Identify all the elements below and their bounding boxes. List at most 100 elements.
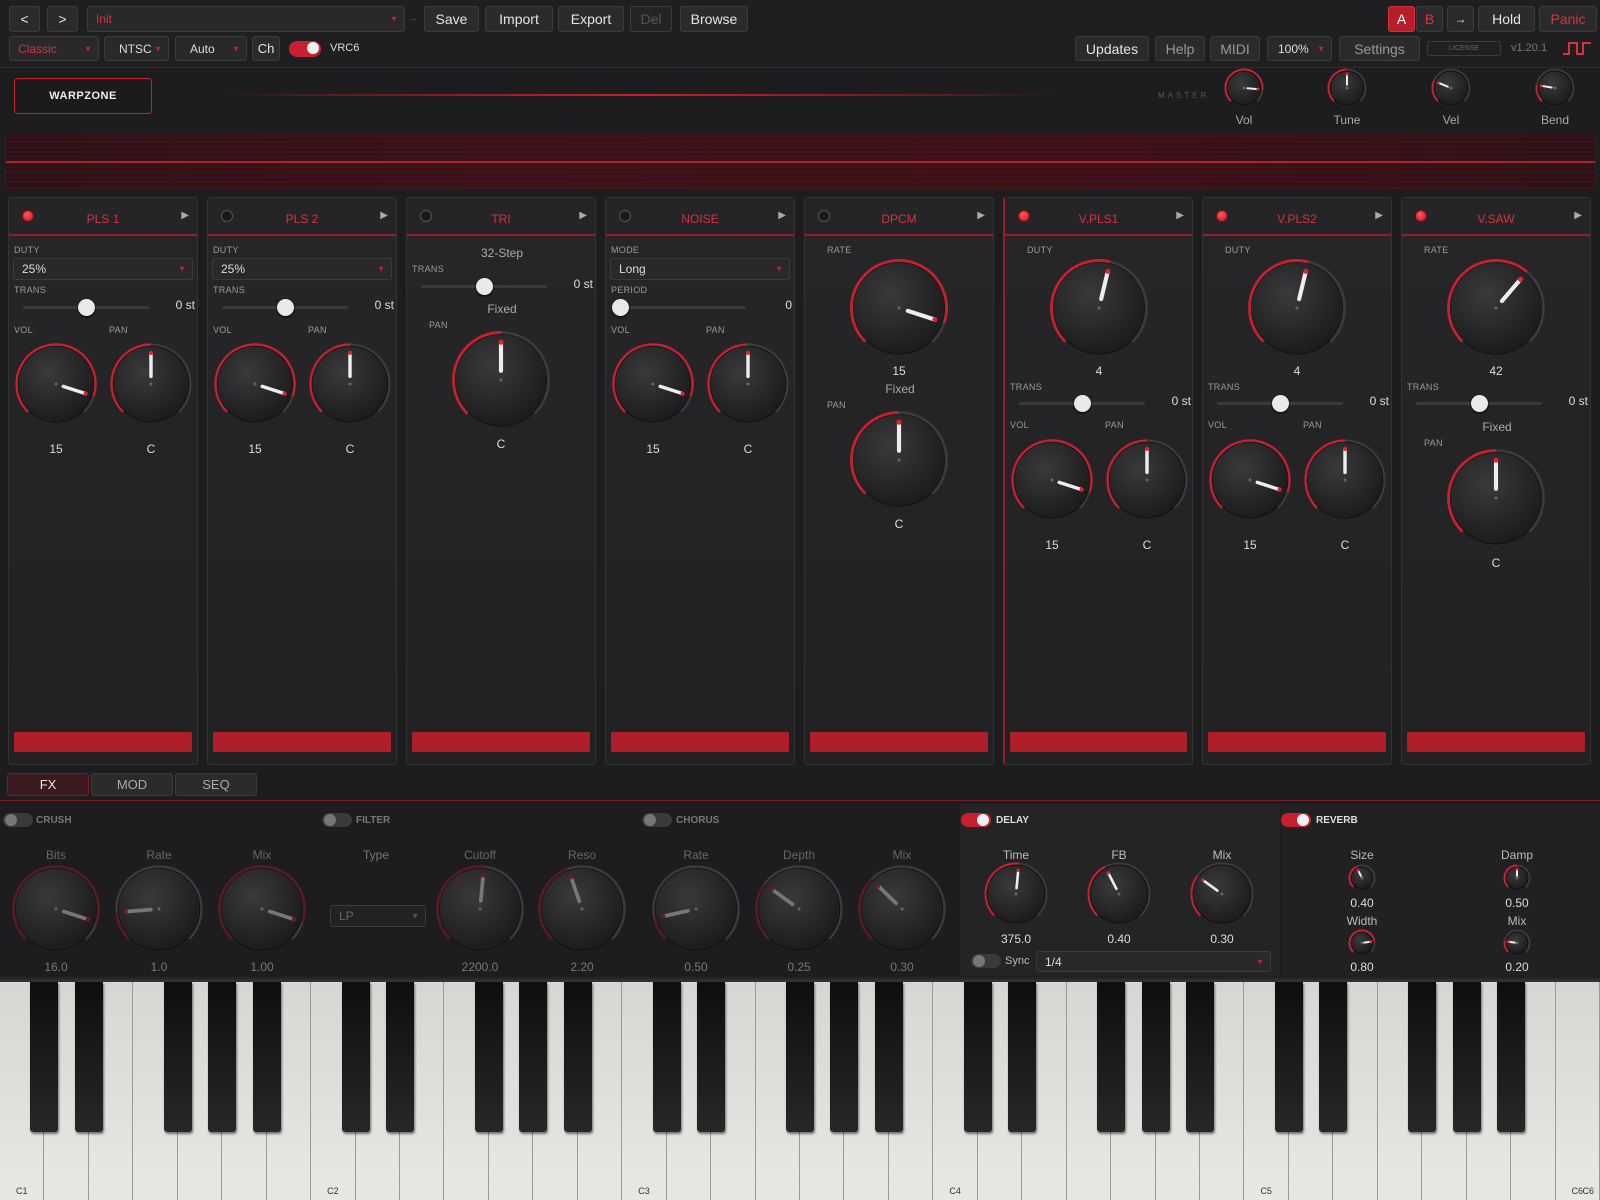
mix-bar[interactable] xyxy=(611,732,789,752)
mix-bar[interactable] xyxy=(412,732,590,752)
crush-bits-knob[interactable] xyxy=(10,863,102,955)
vol-knob[interactable] xyxy=(610,341,696,427)
slider-thumb[interactable] xyxy=(1471,395,1488,412)
white-key[interactable]: C6 xyxy=(1555,982,1600,1200)
pan-knob[interactable] xyxy=(450,329,552,431)
black-key[interactable] xyxy=(563,982,592,1132)
tab-mod[interactable]: MOD xyxy=(91,773,173,796)
black-key[interactable] xyxy=(74,982,103,1132)
duty-knob[interactable] xyxy=(1246,257,1348,359)
master-knob-bend[interactable] xyxy=(1533,66,1577,110)
expand-arrow-icon[interactable]: ▶ xyxy=(380,210,388,221)
black-key[interactable] xyxy=(519,982,548,1132)
black-key[interactable] xyxy=(386,982,414,1132)
duty-knob[interactable] xyxy=(1048,257,1150,359)
pan-knob[interactable] xyxy=(307,341,393,427)
warpzone-logo-button[interactable]: WARPZONE xyxy=(14,78,152,114)
slider-thumb[interactable] xyxy=(277,299,294,316)
prev-preset-button[interactable]: < xyxy=(9,6,40,32)
black-key[interactable] xyxy=(1497,982,1526,1132)
pan-knob[interactable] xyxy=(705,341,791,427)
slider-thumb[interactable] xyxy=(476,278,493,295)
mix-bar[interactable] xyxy=(1010,732,1187,752)
expand-arrow-icon[interactable]: ▶ xyxy=(1375,210,1383,221)
del-button[interactable]: Del xyxy=(630,6,672,32)
midi-button[interactable]: MIDI xyxy=(1210,36,1260,61)
black-key[interactable] xyxy=(208,982,237,1132)
expand-arrow-icon[interactable]: ▶ xyxy=(579,210,587,221)
mix-bar[interactable] xyxy=(1208,732,1386,752)
expand-arrow-icon[interactable]: ▶ xyxy=(1176,210,1184,221)
expand-arrow-icon[interactable]: ▶ xyxy=(181,210,189,221)
trans-slider[interactable] xyxy=(1217,395,1343,412)
chorus-depth-knob[interactable] xyxy=(753,863,845,955)
trans-slider[interactable] xyxy=(1416,395,1542,412)
black-key[interactable] xyxy=(652,982,681,1132)
black-key[interactable] xyxy=(786,982,814,1132)
black-key[interactable] xyxy=(474,982,503,1132)
trans-slider[interactable] xyxy=(23,299,149,316)
vol-knob[interactable] xyxy=(13,341,99,427)
black-key[interactable] xyxy=(163,982,192,1132)
period-slider[interactable] xyxy=(612,299,746,316)
black-key[interactable] xyxy=(697,982,726,1132)
black-key[interactable] xyxy=(1274,982,1303,1132)
master-knob-tune[interactable] xyxy=(1325,66,1369,110)
black-key[interactable] xyxy=(963,982,992,1132)
reverb-width-knob[interactable] xyxy=(1346,927,1378,959)
pan-knob[interactable] xyxy=(1445,447,1547,549)
crush-toggle[interactable] xyxy=(3,813,33,827)
zoom-select[interactable]: 100% ▼ xyxy=(1267,36,1332,61)
black-key[interactable] xyxy=(1008,982,1037,1132)
export-button[interactable]: Export xyxy=(558,6,624,32)
crush-mix-knob[interactable] xyxy=(216,863,308,955)
black-key[interactable] xyxy=(30,982,59,1132)
pan-knob[interactable] xyxy=(848,409,950,511)
chorus-rate-knob[interactable] xyxy=(650,863,742,955)
slider-thumb[interactable] xyxy=(1074,395,1091,412)
region-select[interactable]: NTSC ▼ xyxy=(104,36,169,61)
filter-reso-knob[interactable] xyxy=(536,863,628,955)
delay-sync-toggle[interactable] xyxy=(971,954,1001,968)
mix-bar[interactable] xyxy=(810,732,988,752)
next-preset-button[interactable]: > xyxy=(47,6,78,32)
reverb-size-knob[interactable] xyxy=(1346,862,1378,894)
chorus-toggle[interactable] xyxy=(642,813,672,827)
slider-thumb[interactable] xyxy=(612,299,629,316)
pan-knob[interactable] xyxy=(1104,437,1190,523)
import-button[interactable]: Import xyxy=(485,6,553,32)
master-knob-vel[interactable] xyxy=(1429,66,1473,110)
delay-mix-knob[interactable] xyxy=(1188,860,1256,928)
tab-fx[interactable]: FX xyxy=(7,773,89,796)
vrc6-toggle[interactable] xyxy=(289,41,321,57)
ch-button[interactable]: Ch xyxy=(252,36,280,61)
crush-rate-knob[interactable] xyxy=(113,863,205,955)
reverb-mix-knob[interactable] xyxy=(1501,927,1533,959)
delay-sync-division-select[interactable]: 1/4 ▼ xyxy=(1036,951,1271,972)
black-key[interactable] xyxy=(252,982,281,1132)
pan-knob[interactable] xyxy=(1302,437,1388,523)
mix-bar[interactable] xyxy=(14,732,192,752)
reverb-damp-knob[interactable] xyxy=(1501,862,1533,894)
panic-button[interactable]: Panic xyxy=(1539,6,1597,32)
pan-knob[interactable] xyxy=(108,341,194,427)
black-key[interactable] xyxy=(830,982,859,1132)
license-button[interactable]: LICENSE xyxy=(1427,41,1501,56)
trans-slider[interactable] xyxy=(222,299,348,316)
tab-seq[interactable]: SEQ xyxy=(175,773,257,796)
preset-select[interactable]: Init ▼ xyxy=(87,6,405,32)
settings-button[interactable]: Settings xyxy=(1339,36,1420,61)
expand-arrow-icon[interactable]: ▶ xyxy=(1574,210,1582,221)
slider-thumb[interactable] xyxy=(1272,395,1289,412)
expand-arrow-icon[interactable]: ▶ xyxy=(778,210,786,221)
trans-slider[interactable] xyxy=(1019,395,1145,412)
chorus-mix-knob[interactable] xyxy=(856,863,948,955)
hold-button[interactable]: Hold xyxy=(1478,6,1535,32)
black-key[interactable] xyxy=(1408,982,1437,1132)
delay-time-knob[interactable] xyxy=(982,860,1050,928)
reverb-toggle[interactable] xyxy=(1281,813,1311,827)
rate-knob[interactable] xyxy=(848,257,950,359)
vol-knob[interactable] xyxy=(1207,437,1293,523)
black-key[interactable] xyxy=(1452,982,1481,1132)
slider-thumb[interactable] xyxy=(78,299,95,316)
